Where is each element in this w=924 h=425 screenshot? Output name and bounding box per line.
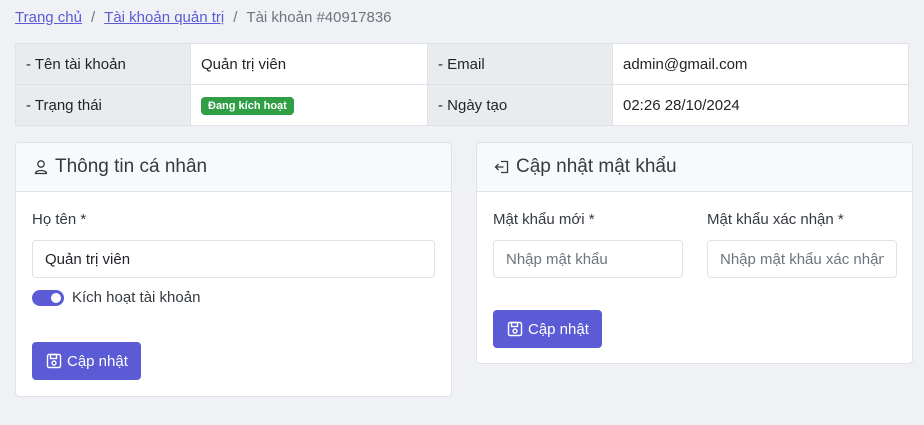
floppy-disk-icon	[45, 352, 63, 370]
account-info-table: - Tên tài khoản Quản trị viên - Email ad…	[15, 43, 909, 126]
created-date-value: 02:26 28/10/2024	[612, 84, 909, 126]
profile-update-label: Cập nhật	[67, 352, 128, 370]
created-date-label: - Ngày tạo	[427, 84, 613, 126]
password-update-button[interactable]: Cập nhật	[493, 310, 602, 348]
account-name-value: Quản trị viên	[190, 43, 428, 85]
status-badge: Đang kích hoạt	[201, 96, 294, 115]
table-row: - Trạng thái Đang kích hoạt - Ngày tạo 0…	[15, 84, 909, 126]
password-card-header: Cập nhật mật khẩu	[477, 143, 912, 192]
active-account-label: Kích hoạt tài khoản	[72, 289, 201, 306]
email-label: - Email	[427, 43, 613, 85]
account-name-label: - Tên tài khoản	[15, 43, 191, 85]
breadcrumb-home-link[interactable]: Trang chủ	[15, 9, 82, 26]
profile-card-header: Thông tin cá nhân	[16, 143, 451, 192]
breadcrumb-separator: /	[233, 8, 238, 26]
password-card: Cập nhật mật khẩu Mật khẩu mới * Mật khẩ…	[476, 142, 913, 364]
breadcrumb-current: Tài khoản #40917836	[246, 8, 392, 26]
fullname-input[interactable]	[32, 240, 435, 278]
profile-card-title: Thông tin cá nhân	[55, 156, 208, 177]
breadcrumb-separator: /	[90, 8, 96, 26]
status-cell: Đang kích hoạt	[190, 84, 428, 126]
toggle-knob	[51, 293, 61, 303]
new-password-input[interactable]	[493, 240, 683, 278]
password-card-title: Cập nhật mật khẩu	[516, 156, 677, 177]
new-password-label: Mật khẩu mới *	[493, 211, 595, 228]
active-account-toggle[interactable]	[32, 290, 64, 306]
breadcrumb-accounts-link[interactable]: Tài khoản quản trị	[104, 9, 224, 26]
status-label: - Trạng thái	[15, 84, 191, 126]
profile-update-button[interactable]: Cập nhật	[32, 342, 141, 380]
breadcrumb: Trang chủ / Tài khoản quản trị / Tài kho…	[15, 6, 392, 28]
table-row: - Tên tài khoản Quản trị viên - Email ad…	[15, 43, 909, 85]
email-value: admin@gmail.com	[612, 43, 909, 85]
fullname-label: Họ tên *	[32, 211, 87, 228]
confirm-password-input[interactable]	[707, 240, 897, 278]
profile-card: Thông tin cá nhân Họ tên * Kích hoạt tài…	[15, 142, 452, 397]
floppy-disk-icon	[506, 320, 524, 338]
confirm-password-label: Mật khẩu xác nhận *	[707, 211, 844, 228]
password-update-label: Cập nhật	[528, 320, 589, 338]
sign-in-icon	[493, 158, 511, 176]
user-icon	[32, 158, 50, 176]
